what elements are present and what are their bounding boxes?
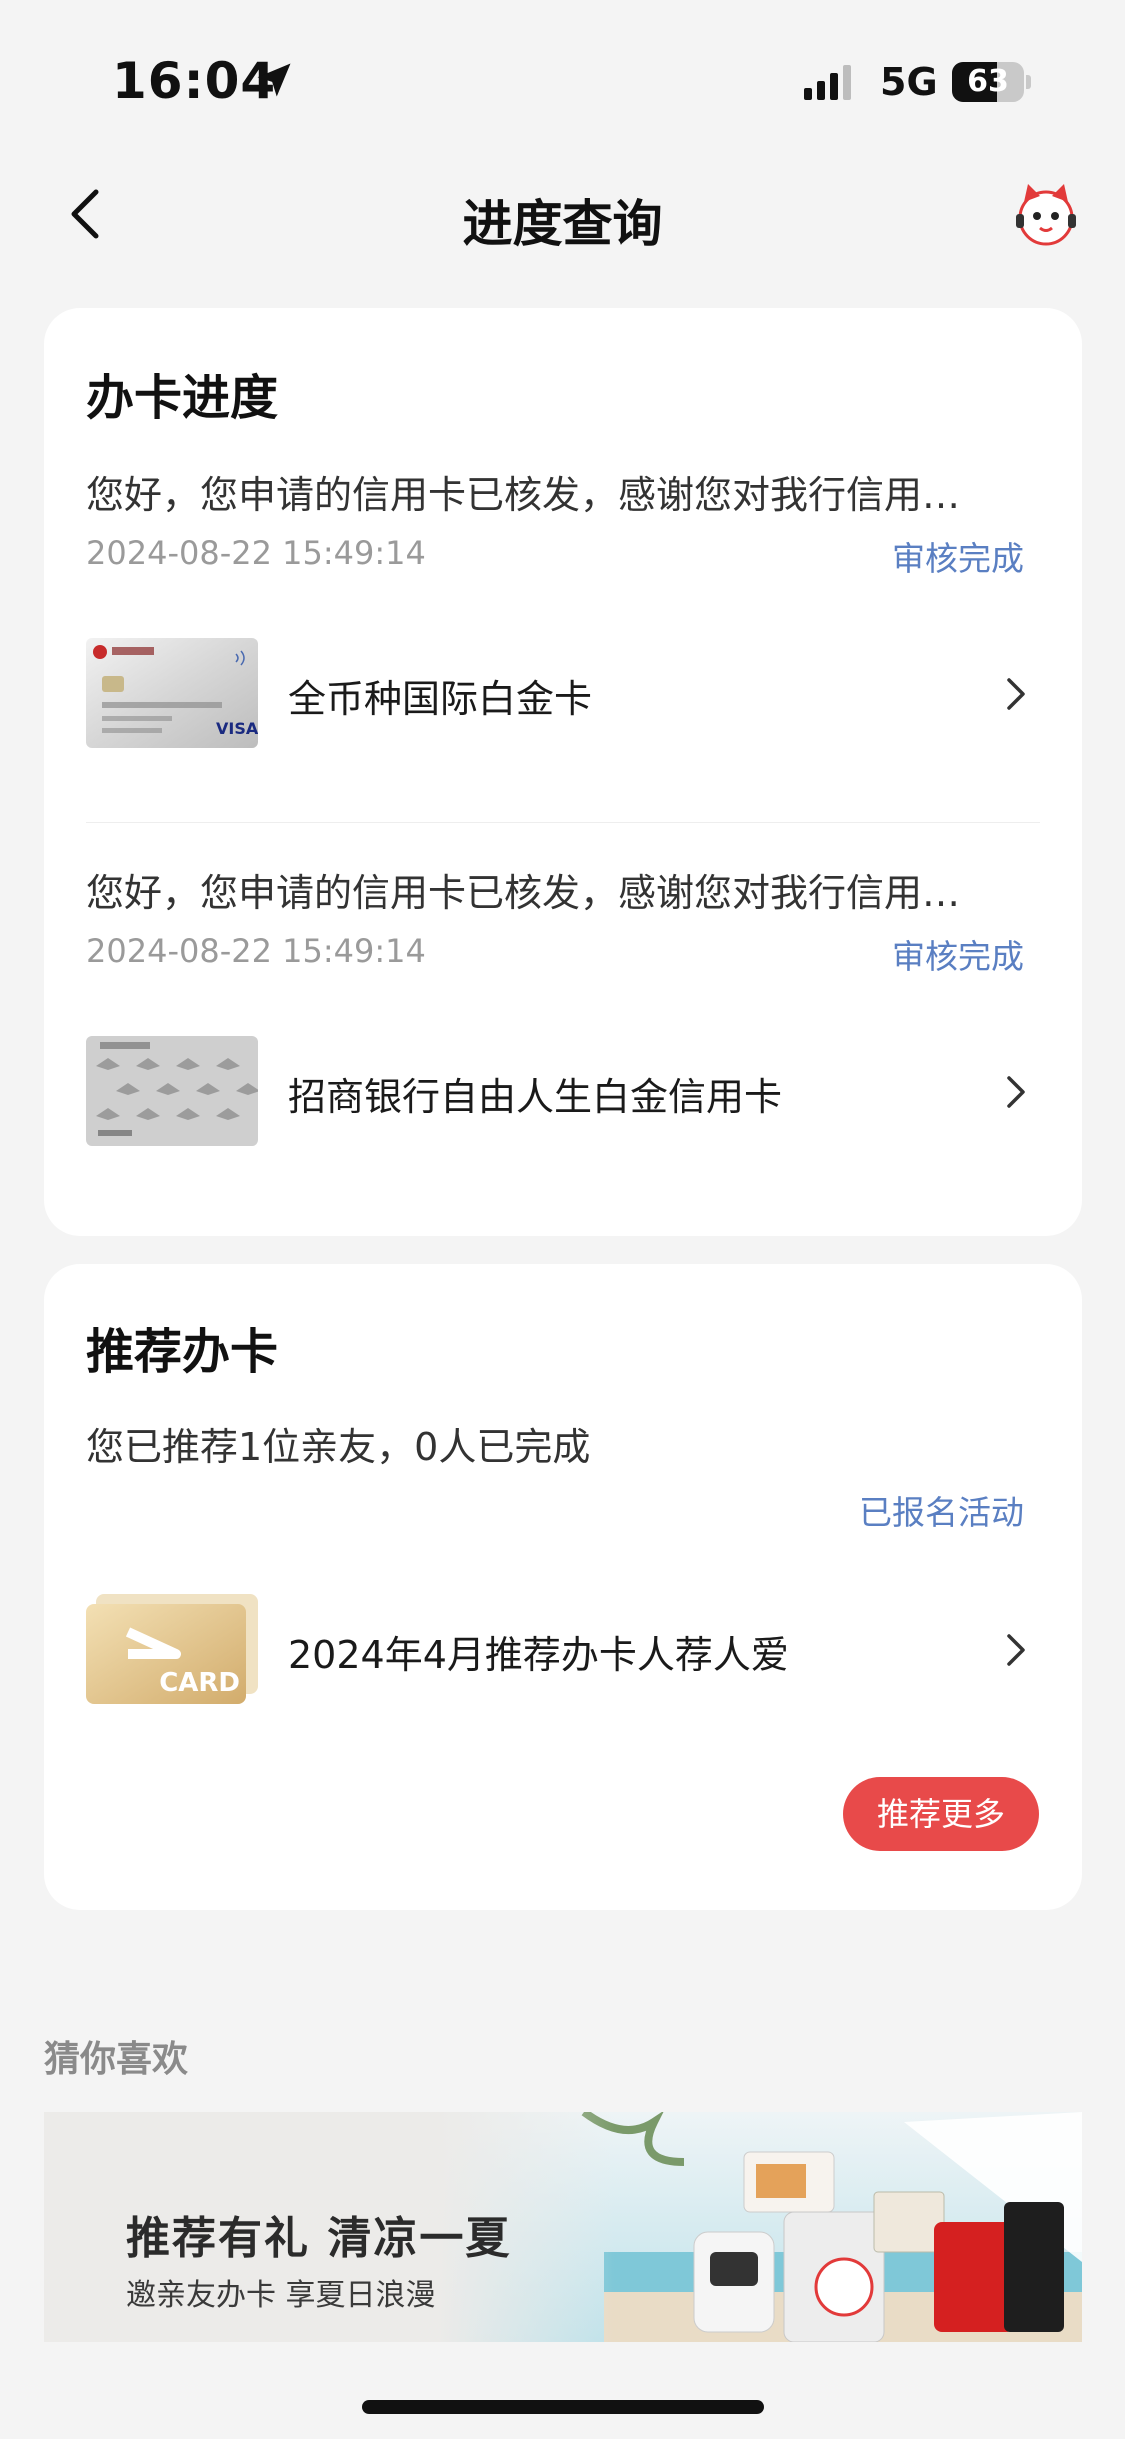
card-activity-icon: CARD [86, 1594, 258, 1704]
card-item-freedom-life[interactable]: 招商银行自由人生白金信用卡 [86, 1036, 1040, 1148]
activity-item[interactable]: CARD 2024年4月推荐办卡人荐人爱 [86, 1594, 1040, 1706]
svg-text:VISA: VISA [216, 719, 258, 738]
chevron-right-icon [1007, 1634, 1025, 1666]
divider [86, 822, 1040, 823]
recommend-card: 推荐办卡 您已推荐1位亲友，0人已完成 已报名活动 CARD 2024年4月推荐… [44, 1264, 1082, 1910]
battery-level: 63 [967, 64, 1009, 99]
chevron-right-icon [1007, 1076, 1025, 1108]
card-name: 招商银行自由人生白金信用卡 [288, 1075, 783, 1119]
page-title: 进度查询 [462, 195, 663, 253]
progress-section-title: 办卡进度 [86, 370, 279, 426]
activity-name: 2024年4月推荐办卡人荐人爱 [288, 1633, 789, 1677]
status-bar: 16:04 5G 63 [0, 0, 1125, 160]
chevron-right-icon [1007, 678, 1025, 710]
card-name: 全币种国际白金卡 [288, 677, 593, 721]
progress-message: 您好，您申请的信用卡已核发，感谢您对我行信用… [86, 473, 961, 517]
card-item-platinum[interactable]: VISA 全币种国际白金卡 [86, 638, 1040, 750]
recommend-more-button[interactable]: 推荐更多 [843, 1777, 1039, 1851]
credit-card-thumbnail: VISA [86, 638, 258, 748]
banner-headline: 推荐有礼 清凉一夏 [126, 2213, 512, 2264]
promo-banner[interactable]: 推荐有礼 清凉一夏 邀亲友办卡 享夏日浪漫 [44, 2112, 1082, 2342]
progress-date: 2024-08-22 15:49:14 [86, 534, 426, 572]
customer-service-mascot-icon[interactable] [1010, 178, 1082, 250]
review-status-link[interactable]: 审核完成 [892, 930, 1024, 978]
banner-subtitle: 邀亲友办卡 享夏日浪漫 [126, 2278, 436, 2313]
recommend-section-title: 推荐办卡 [86, 1324, 279, 1380]
signal-bars-icon [804, 65, 851, 100]
review-status-link[interactable]: 审核完成 [892, 532, 1024, 580]
progress-card: 办卡进度 您好，您申请的信用卡已核发，感谢您对我行信用… 2024-08-22 … [44, 308, 1082, 1236]
home-indicator [362, 2400, 764, 2414]
credit-card-thumbnail [86, 1036, 258, 1146]
guess-you-like-title: 猜你喜欢 [44, 2039, 189, 2080]
battery-indicator: 63 [952, 62, 1031, 102]
progress-date: 2024-08-22 15:49:14 [86, 932, 426, 970]
card-badge-text: CARD [159, 1668, 240, 1698]
progress-message: 您好，您申请的信用卡已核发，感谢您对我行信用… [86, 871, 961, 915]
recommend-summary: 您已推荐1位亲友，0人已完成 [86, 1425, 591, 1469]
app-screen: 16:04 5G 63 进度查询 办卡进度 您好，您申请的信用卡已核发，感谢您对… [0, 0, 1125, 2439]
location-arrow-icon [257, 63, 291, 97]
network-type: 5G [880, 60, 938, 104]
nav-bar: 进度查询 [0, 170, 1125, 260]
registered-activity-link[interactable]: 已报名活动 [859, 1486, 1024, 1534]
